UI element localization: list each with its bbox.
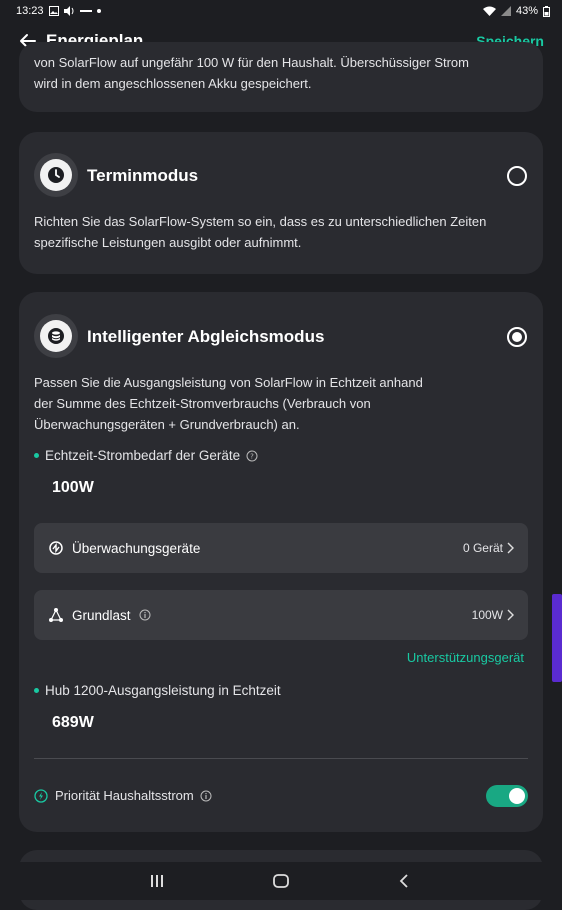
info-icon[interactable] (139, 609, 151, 621)
termin-title: Terminmodus (87, 166, 199, 185)
voicemail-icon (79, 10, 92, 12)
smart-title: Intelligenter Abgleichsmodus (87, 327, 325, 346)
scrollbar-thumb[interactable] (552, 594, 562, 682)
termin-description-line: Richten Sie das SolarFlow-System so ein,… (34, 214, 487, 229)
network-icon (49, 608, 63, 622)
wifi-icon (482, 6, 496, 16)
clock-icon (40, 159, 72, 191)
partial-description: von SolarFlow auf ungefähr 100 W für den… (34, 52, 531, 94)
base-load-row[interactable]: Grundlast 100W (34, 590, 528, 640)
base-load-label: Grundlast (72, 607, 131, 623)
mode-card-termin[interactable]: Terminmodus Richten Sie das SolarFlow-Sy… (19, 132, 543, 274)
chevron-right-icon (507, 542, 514, 554)
divider (34, 758, 528, 759)
termin-icon-wrapper (34, 153, 78, 197)
smart-description-line: Passen Sie die Ausgangsleistung von Sola… (34, 375, 423, 390)
status-right: 43% (482, 5, 550, 17)
status-bar: 13:23 43% (0, 0, 562, 22)
priority-toggle[interactable] (486, 785, 528, 807)
database-icon (40, 320, 72, 352)
termin-description-line: spezifische Leistungen ausgibt oder aufn… (34, 235, 302, 250)
battery-icon (543, 5, 550, 17)
smart-description-line: der Summe des Echtzeit-Stromverbrauchs (… (34, 396, 371, 411)
monitor-devices-label: Überwachungsgeräte (72, 540, 201, 556)
chevron-right-icon (507, 609, 514, 621)
demand-label-row: Echtzeit-Strombedarf der Geräte ? (34, 448, 258, 463)
smart-description-line: Überwachungsgeräten + Grundverbrauch) an… (34, 417, 300, 432)
output-label-row: Hub 1200-Ausgangsleistung in Echtzeit (34, 683, 281, 698)
smart-icon-wrapper (34, 314, 78, 358)
info-icon[interactable] (200, 790, 212, 802)
smart-radio[interactable] (507, 327, 527, 347)
output-value: 689W (52, 714, 94, 731)
termin-radio[interactable] (507, 166, 527, 186)
partial-description-line: wird in dem angeschlossenen Akku gespeic… (34, 76, 312, 91)
signal-icon (500, 6, 511, 16)
support-device-link[interactable]: Unterstützungsgerät (407, 650, 524, 665)
recents-icon[interactable] (146, 870, 168, 892)
monitor-icon (49, 541, 63, 555)
gallery-icon (48, 6, 59, 16)
home-icon[interactable] (270, 870, 292, 892)
priority-label-row: Priorität Haushaltsstrom (34, 788, 212, 803)
battery-percent: 43% (515, 5, 538, 17)
smart-description: Passen Sie die Ausgangsleistung von Sola… (34, 372, 529, 435)
demand-value: 100W (52, 479, 94, 496)
system-nav-bar (0, 862, 562, 900)
mode-card-partial: von SolarFlow auf ungefähr 100 W für den… (19, 42, 543, 112)
output-label: Hub 1200-Ausgangsleistung in Echtzeit (45, 683, 281, 698)
dot-icon (96, 9, 101, 13)
back-icon[interactable] (393, 870, 415, 892)
mode-card-smart[interactable]: Intelligenter Abgleichsmodus Passen Sie … (19, 292, 543, 832)
monitor-devices-row[interactable]: Überwachungsgeräte 0 Gerät (34, 523, 528, 573)
svg-text:?: ? (250, 452, 254, 460)
base-load-value: 100W (471, 608, 503, 622)
partial-description-line: von SolarFlow auf ungefähr 100 W für den… (34, 55, 469, 70)
demand-label: Echtzeit-Strombedarf der Geräte (45, 448, 241, 463)
priority-label: Priorität Haushaltsstrom (55, 788, 194, 803)
help-icon[interactable]: ? (246, 450, 258, 462)
monitor-devices-value: 0 Gerät (462, 541, 503, 555)
status-left: 13:23 (16, 5, 101, 17)
bullet-dot (34, 688, 39, 693)
termin-description: Richten Sie das SolarFlow-System so ein,… (34, 211, 529, 253)
lightning-icon (34, 788, 48, 803)
volume-icon (63, 6, 74, 16)
toggle-knob (509, 788, 525, 804)
bullet-dot (34, 453, 39, 458)
status-time: 13:23 (16, 5, 44, 17)
